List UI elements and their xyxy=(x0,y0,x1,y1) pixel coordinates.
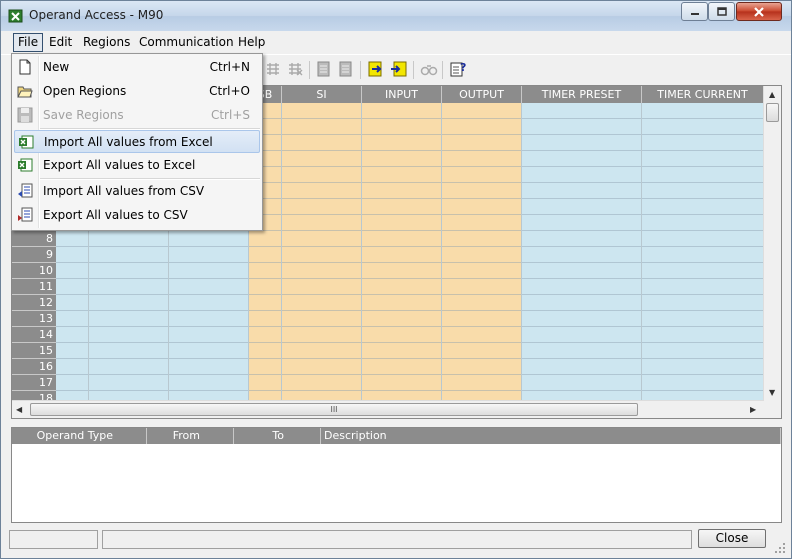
open-folder-icon xyxy=(17,86,33,98)
menu-item-label: Import All values from CSV xyxy=(43,184,205,198)
row-header[interactable]: 10 xyxy=(12,263,56,279)
grid-column-timer-preset[interactable] xyxy=(522,103,642,403)
menu-item-label: Export All values to CSV xyxy=(43,208,188,222)
table-icon[interactable] xyxy=(315,60,333,78)
column-header-timer-current[interactable]: TIMER CURRENT xyxy=(642,86,764,103)
menu-item-shortcut: Ctrl+N xyxy=(209,60,250,74)
grid-column-timer-current[interactable] xyxy=(642,103,764,403)
column-header-output[interactable]: OUTPUT xyxy=(442,86,522,103)
close-button[interactable]: Close xyxy=(698,529,766,548)
column-header-input[interactable]: INPUT xyxy=(362,86,442,103)
menu-help[interactable]: Help xyxy=(234,34,269,51)
menu-item-save-regions[interactable]: Save Regions Ctrl+S xyxy=(14,104,260,127)
maximize-button[interactable] xyxy=(708,2,735,21)
menu-item-export-csv[interactable]: Export All values to CSV xyxy=(14,204,260,227)
menu-item-label: Import All values from Excel xyxy=(44,135,213,149)
menu-item-label: Open Regions xyxy=(43,84,127,98)
menu-regions[interactable]: Regions xyxy=(79,34,134,51)
menu-item-label: Save Regions xyxy=(43,108,124,122)
csv-import-icon xyxy=(18,183,33,198)
scroll-down-icon[interactable]: ▼ xyxy=(769,388,775,397)
window-title: Operand Access - M90 xyxy=(29,8,164,22)
excel-import-icon xyxy=(19,135,34,149)
row-header[interactable]: 15 xyxy=(12,343,56,359)
header-operand-type[interactable]: Operand Type xyxy=(12,428,147,444)
scroll-left-icon[interactable]: ◀ xyxy=(16,405,22,414)
resize-grip-icon[interactable] xyxy=(773,541,787,555)
row-header[interactable]: 14 xyxy=(12,327,56,343)
main-window: Operand Access - M90 File Edit Regions C… xyxy=(0,0,792,559)
scroll-up-icon[interactable]: ▲ xyxy=(769,90,775,99)
menu-item-open-regions[interactable]: Open Regions Ctrl+O xyxy=(14,80,260,103)
grid-column-si[interactable] xyxy=(282,103,362,403)
toolbar-separator xyxy=(360,61,361,79)
row-header[interactable]: 11 xyxy=(12,279,56,295)
column-header-timer-preset[interactable]: TIMER PRESET xyxy=(522,86,642,103)
upload-to-plc-icon[interactable] xyxy=(367,60,385,78)
menu-item-new[interactable]: New Ctrl+N xyxy=(14,56,260,79)
menu-item-import-csv[interactable]: Import All values from CSV xyxy=(14,180,260,203)
row-header[interactable]: 16 xyxy=(12,359,56,375)
menu-item-shortcut: Ctrl+S xyxy=(210,108,250,122)
toolbar-separator xyxy=(413,61,414,79)
help-context-icon[interactable]: ? xyxy=(449,60,467,78)
scroll-right-icon[interactable]: ▶ xyxy=(750,405,756,414)
new-document-icon xyxy=(19,59,31,75)
menu-item-export-excel[interactable]: Export All values to Excel xyxy=(14,154,260,177)
maximize-icon xyxy=(716,7,727,16)
status-panel xyxy=(9,530,98,549)
menu-communication[interactable]: Communication xyxy=(135,34,238,51)
menu-item-import-excel[interactable]: Import All values from Excel xyxy=(14,130,260,153)
scroll-corner xyxy=(764,401,781,418)
status-panel xyxy=(102,530,692,549)
row-header[interactable]: 8 xyxy=(12,231,56,247)
menu-item-shortcut: Ctrl+O xyxy=(209,84,250,98)
row-header[interactable]: 17 xyxy=(12,375,56,391)
file-menu-dropdown: New Ctrl+N Open Regions Ctrl+O Save Regi… xyxy=(11,53,263,231)
header-to[interactable]: To xyxy=(234,428,321,444)
svg-text:?: ? xyxy=(460,61,466,74)
close-window-button[interactable] xyxy=(736,2,782,21)
row-header[interactable]: 13 xyxy=(12,311,56,327)
menu-item-label: Export All values to Excel xyxy=(43,158,196,172)
download-from-plc-icon[interactable] xyxy=(390,60,408,78)
vertical-scrollbar[interactable]: ▲ ▼ xyxy=(763,86,781,402)
row-header[interactable]: 12 xyxy=(12,295,56,311)
vertical-scroll-thumb[interactable] xyxy=(766,103,779,122)
csv-export-icon xyxy=(18,207,33,222)
binoculars-icon[interactable] xyxy=(420,60,438,78)
menu-edit[interactable]: Edit xyxy=(45,34,76,51)
toolbar-separator xyxy=(442,61,443,79)
minimize-button[interactable] xyxy=(681,2,708,21)
excel-export-icon xyxy=(18,158,33,172)
grid-column-output[interactable] xyxy=(442,103,522,403)
header-description[interactable]: Description xyxy=(321,428,781,444)
row-header[interactable]: 9 xyxy=(12,247,56,263)
horizontal-scrollbar[interactable]: ◀ III ▶ xyxy=(12,400,764,418)
app-icon xyxy=(8,9,23,23)
close-icon xyxy=(754,6,764,17)
regions-table[interactable]: Operand Type From To Description xyxy=(11,427,782,523)
delete-row-icon[interactable] xyxy=(286,60,304,78)
menu-bar: File Edit Regions Communication Help xyxy=(1,31,791,53)
insert-row-icon[interactable] xyxy=(264,60,282,78)
menu-file[interactable]: File xyxy=(13,33,44,52)
horizontal-scroll-thumb[interactable]: III xyxy=(30,403,638,416)
title-bar[interactable]: Operand Access - M90 xyxy=(1,1,791,31)
minimize-icon xyxy=(690,12,699,15)
save-disk-icon xyxy=(17,107,33,123)
menu-item-label: New xyxy=(43,60,70,74)
status-bar xyxy=(1,527,791,558)
column-header-si[interactable]: SI xyxy=(282,86,362,103)
toolbar-separator xyxy=(309,61,310,79)
header-from[interactable]: From xyxy=(147,428,234,444)
grid-column-input[interactable] xyxy=(362,103,442,403)
table-edit-icon[interactable] xyxy=(337,60,355,78)
